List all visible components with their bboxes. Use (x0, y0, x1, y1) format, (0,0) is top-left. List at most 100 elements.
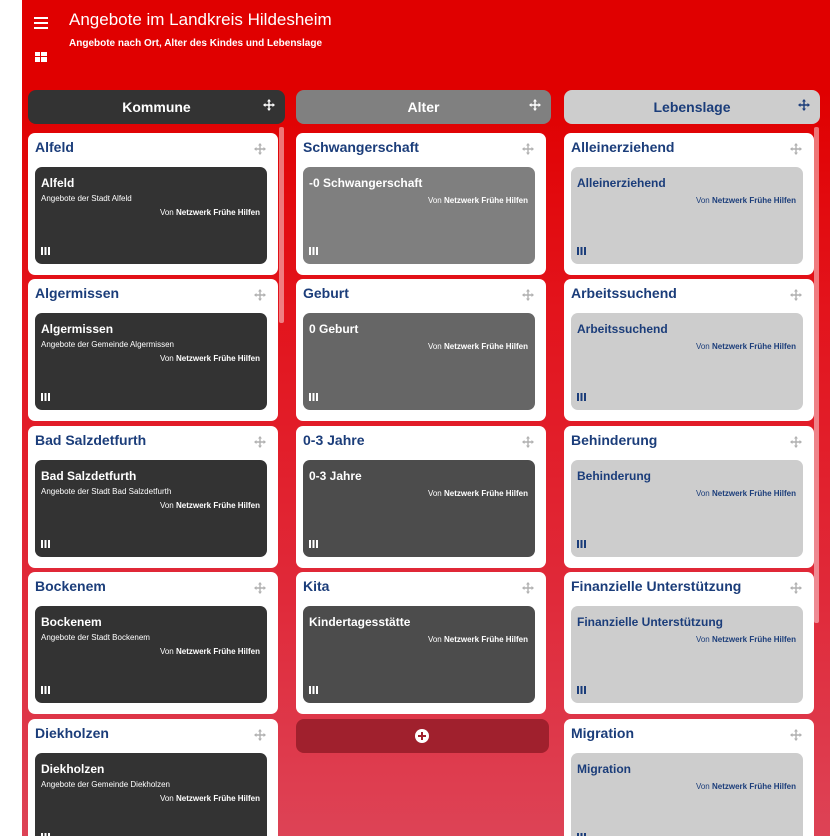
card-title: Diekholzen (35, 725, 109, 741)
bars-icon (309, 247, 318, 255)
bars-icon (41, 686, 50, 694)
grid-view-icon[interactable] (35, 52, 47, 62)
kommune-scrollbar[interactable] (279, 127, 284, 323)
tile-description: Angebote der Gemeinde Algermissen (41, 340, 174, 349)
move-icon[interactable] (790, 436, 802, 448)
tile-description: Angebote der Stadt Bockenem (41, 633, 150, 642)
move-icon[interactable] (263, 99, 275, 111)
tile-title: Alleinerziehend (577, 176, 666, 190)
top-bar: Angebote im Landkreis Hildesheim Angebot… (22, 0, 830, 80)
tile-author: Von Netzwerk Frühe Hilfen (159, 794, 260, 803)
tile-title: Bockenem (41, 615, 102, 629)
move-icon[interactable] (790, 143, 802, 155)
card-diekholzen: Diekholzen Diekholzen Angebote der Gemei… (28, 719, 278, 836)
offer-tile[interactable]: Diekholzen Angebote der Gemeinde Diekhol… (35, 753, 267, 836)
tile-author: Von Netzwerk Frühe Hilfen (159, 647, 260, 656)
bars-icon (577, 393, 586, 401)
card-behinderung: Behinderung Behinderung Von Netzwerk Frü… (564, 426, 814, 568)
move-icon[interactable] (254, 436, 266, 448)
move-icon[interactable] (522, 582, 534, 594)
plus-circle-icon (415, 729, 429, 743)
tile-author: Von Netzwerk Frühe Hilfen (159, 501, 260, 510)
card-title: Geburt (303, 285, 349, 301)
tile-author: Von Netzwerk Frühe Hilfen (695, 489, 796, 498)
bars-icon (41, 247, 50, 255)
card-title: Arbeitssuchend (571, 285, 677, 301)
offer-tile[interactable]: 0-3 Jahre Von Netzwerk Frühe Hilfen (303, 460, 535, 557)
tile-author: Von Netzwerk Frühe Hilfen (427, 635, 528, 644)
move-icon[interactable] (254, 143, 266, 155)
offer-tile[interactable]: Bad Salzdetfurth Angebote der Stadt Bad … (35, 460, 267, 557)
tile-title: Alfeld (41, 176, 75, 190)
card-alfeld: Alfeld Alfeld Angebote der Stadt Alfeld … (28, 133, 278, 275)
column-header-alter[interactable]: Alter (296, 90, 551, 124)
move-icon[interactable] (522, 143, 534, 155)
menu-icon[interactable] (34, 17, 48, 29)
tile-author: Von Netzwerk Frühe Hilfen (695, 782, 796, 791)
card-title: Finanzielle Unterstützung (571, 578, 742, 594)
column-header-kommune[interactable]: Kommune (28, 90, 285, 124)
move-icon[interactable] (522, 436, 534, 448)
card-title: Schwangerschaft (303, 139, 419, 155)
card-0-3-jahre: 0-3 Jahre 0-3 Jahre Von Netzwerk Frühe H… (296, 426, 546, 568)
add-alter-button[interactable] (296, 719, 549, 753)
tile-description: Angebote der Stadt Alfeld (41, 194, 132, 203)
move-icon[interactable] (790, 289, 802, 301)
offer-tile[interactable]: Behinderung Von Netzwerk Frühe Hilfen (571, 460, 803, 557)
tile-title: Diekholzen (41, 762, 105, 776)
column-header-label: Alter (407, 99, 440, 115)
card-schwangerschaft: Schwangerschaft -0 Schwangerschaft Von N… (296, 133, 546, 275)
column-header-lebenslage[interactable]: Lebenslage (564, 90, 820, 124)
offer-tile[interactable]: Bockenem Angebote der Stadt Bockenem Von… (35, 606, 267, 703)
move-icon[interactable] (790, 582, 802, 594)
offer-tile[interactable]: Finanzielle Unterstützung Von Netzwerk F… (571, 606, 803, 703)
tile-title: Bad Salzdetfurth (41, 469, 137, 483)
move-icon[interactable] (798, 99, 810, 111)
tile-description: Angebote der Gemeinde Diekholzen (41, 780, 170, 789)
offer-tile[interactable]: -0 Schwangerschaft Von Netzwerk Frühe Hi… (303, 167, 535, 264)
offer-tile[interactable]: Arbeitssuchend Von Netzwerk Frühe Hilfen (571, 313, 803, 410)
tile-description: Angebote der Stadt Bad Salzdetfurth (41, 487, 172, 496)
tile-author: Von Netzwerk Frühe Hilfen (695, 196, 796, 205)
tile-author: Von Netzwerk Frühe Hilfen (159, 354, 260, 363)
tile-title: Migration (577, 762, 631, 776)
page-title: Angebote im Landkreis Hildesheim (69, 10, 332, 29)
move-icon[interactable] (254, 289, 266, 301)
bars-icon (41, 540, 50, 548)
offer-tile[interactable]: 0 Geburt Von Netzwerk Frühe Hilfen (303, 313, 535, 410)
tile-title: -0 Schwangerschaft (309, 176, 423, 190)
tile-title: Finanzielle Unterstützung (577, 615, 724, 629)
offer-tile[interactable]: Alleinerziehend Von Netzwerk Frühe Hilfe… (571, 167, 803, 264)
offer-tile[interactable]: Kindertagesstätte Von Netzwerk Frühe Hil… (303, 606, 535, 703)
move-icon[interactable] (254, 582, 266, 594)
card-title: Migration (571, 725, 634, 741)
card-kita: Kita Kindertagesstätte Von Netzwerk Früh… (296, 572, 546, 714)
offer-tile[interactable]: Migration Von Netzwerk Frühe Hilfen (571, 753, 803, 836)
tile-title: Behinderung (577, 469, 651, 483)
page-subtitle: Angebote nach Ort, Alter des Kindes und … (69, 38, 323, 49)
column-header-label: Kommune (122, 99, 191, 115)
card-bad-salzdetfurth: Bad Salzdetfurth Bad Salzdetfurth Angebo… (28, 426, 278, 568)
tile-author: Von Netzwerk Frühe Hilfen (695, 635, 796, 644)
card-bockenem: Bockenem Bockenem Angebote der Stadt Boc… (28, 572, 278, 714)
card-title: 0-3 Jahre (303, 432, 365, 448)
bars-icon (577, 247, 586, 255)
tile-author: Von Netzwerk Frühe Hilfen (427, 489, 528, 498)
lebenslage-scrollbar[interactable] (814, 127, 819, 623)
card-title: Behinderung (571, 432, 658, 448)
bars-icon (309, 686, 318, 694)
card-title: Kita (303, 578, 330, 594)
move-icon[interactable] (790, 729, 802, 741)
move-icon[interactable] (254, 729, 266, 741)
card-title: Alfeld (35, 139, 74, 155)
bars-icon (577, 540, 586, 548)
offer-tile[interactable]: Alfeld Angebote der Stadt Alfeld Von Net… (35, 167, 267, 264)
tile-author: Von Netzwerk Frühe Hilfen (159, 208, 260, 217)
move-icon[interactable] (522, 289, 534, 301)
card-alleinerziehend: Alleinerziehend Alleinerziehend Von Netz… (564, 133, 814, 275)
card-title: Bockenem (35, 578, 106, 594)
offer-tile[interactable]: Algermissen Angebote der Gemeinde Algerm… (35, 313, 267, 410)
app-stage: Angebote im Landkreis Hildesheim Angebot… (22, 0, 830, 836)
move-icon[interactable] (529, 99, 541, 111)
card-geburt: Geburt 0 Geburt Von Netzwerk Frühe Hilfe… (296, 279, 546, 421)
